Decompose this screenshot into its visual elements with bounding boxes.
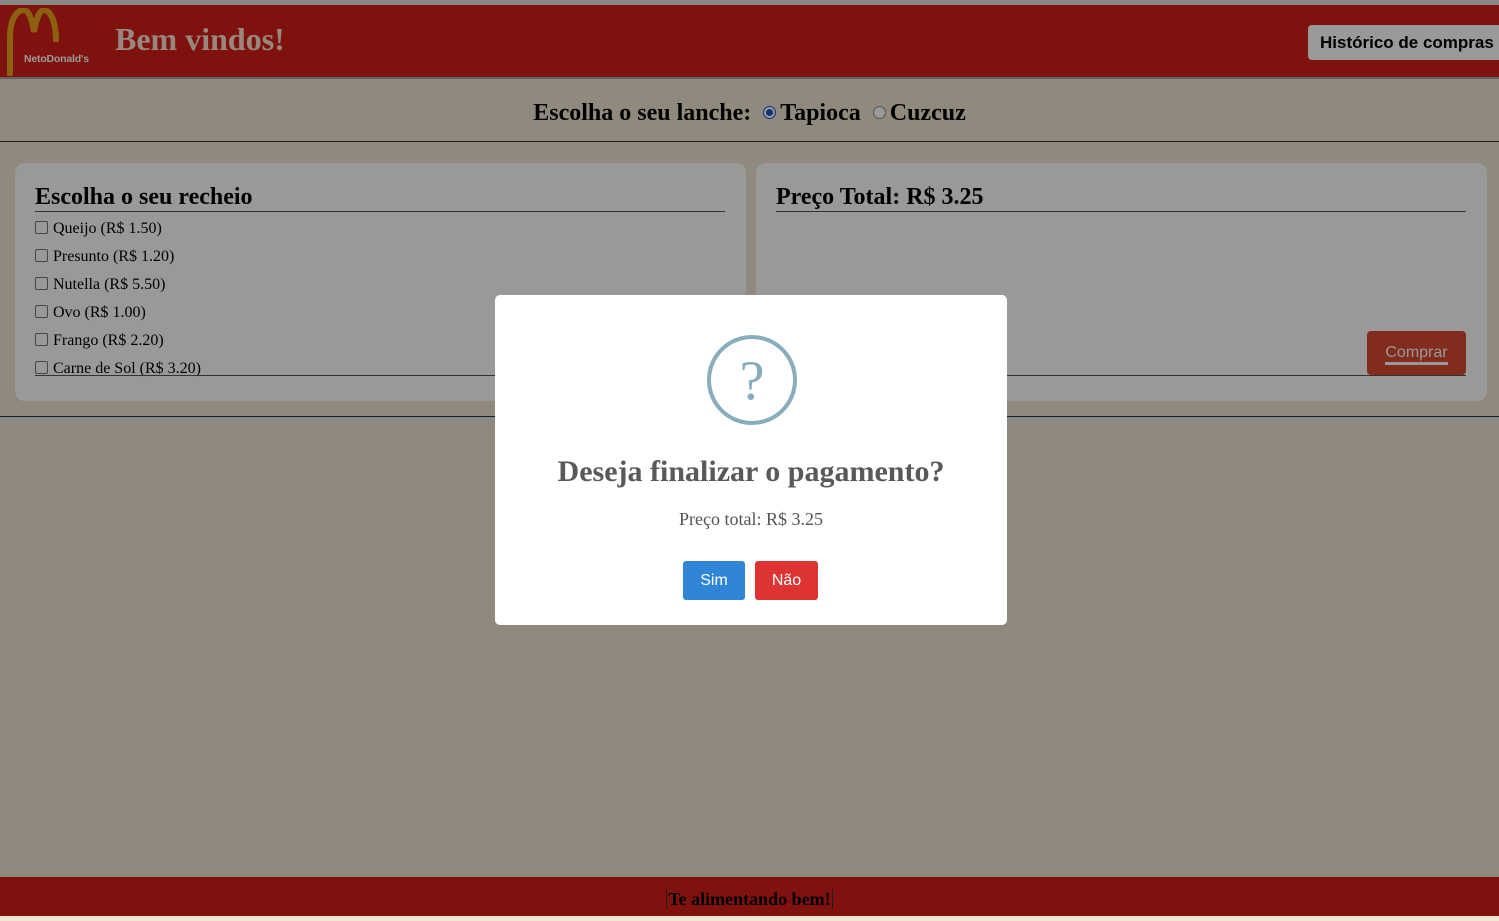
question-icon: ? <box>707 335 797 425</box>
payment-confirm-dialog: ? Deseja finalizar o pagamento? Preço to… <box>495 295 1007 625</box>
dialog-title: Deseja finalizar o pagamento? <box>557 455 945 488</box>
confirm-button[interactable]: Sim <box>683 561 745 600</box>
cancel-button[interactable]: Não <box>755 561 818 600</box>
dialog-text: Preço total: R$ 3.25 <box>679 509 823 529</box>
